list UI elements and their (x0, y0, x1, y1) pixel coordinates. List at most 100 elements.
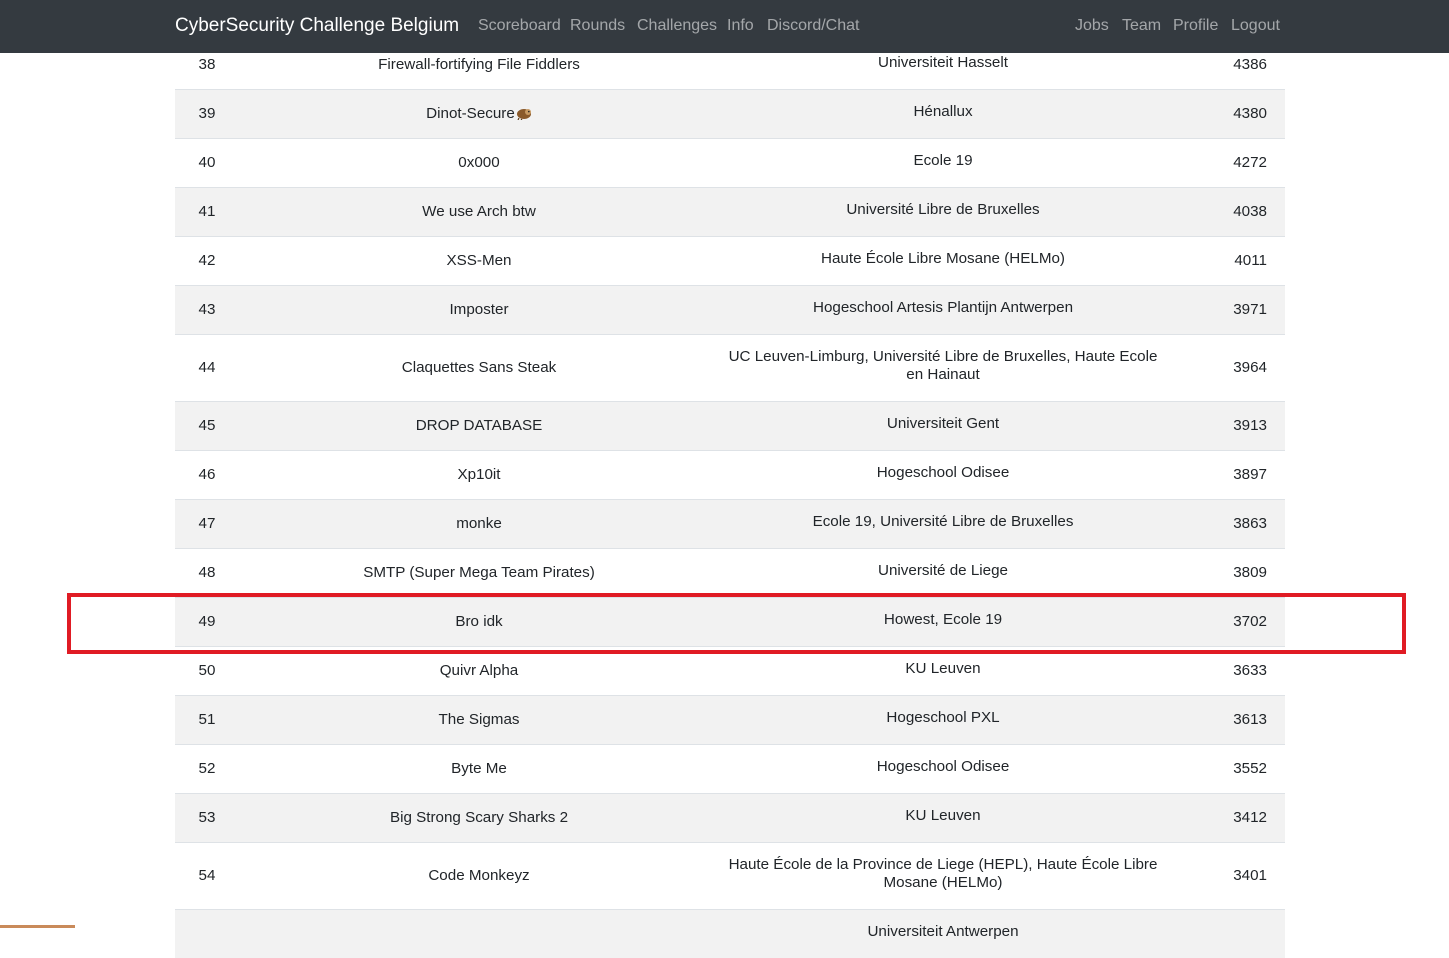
university-cell-text: Ecole 19 (913, 152, 972, 170)
rank-cell-text: 39 (199, 105, 216, 122)
table-row: 47monkeEcole 19, Université Libre de Bru… (175, 499, 1285, 548)
team-name-cell-text[interactable]: Byte Me (451, 760, 507, 777)
team-name-cell: Big Strong Scary Sharks 2 (247, 793, 711, 842)
university-cell: Hogeschool Odisee (711, 744, 1175, 793)
brand-link[interactable]: CyberSecurity Challenge Belgium (175, 15, 459, 37)
rank-cell-text: 46 (199, 466, 216, 483)
scoreboard-table: 38Firewall-fortifying File FiddlersUnive… (175, 40, 1285, 958)
nav-info[interactable]: Info (727, 17, 754, 35)
score-cell-text: 4272 (1233, 154, 1267, 171)
team-name-cell-text[interactable]: Code Monkeyz (428, 867, 529, 884)
table-row: 43 Imposter Hogeschool Artesis Plantijn An… (175, 285, 1285, 334)
team-name-cell: monke (247, 499, 711, 548)
score-cell: 3809 (1175, 548, 1285, 597)
nav-challenges[interactable]: Challenges (637, 17, 717, 35)
top-navbar: CyberSecurity Challenge Belgium Scoreboa… (0, 0, 1449, 53)
team-name-cell-text[interactable]: XSS-Men (447, 252, 512, 269)
team-name-cell: Bro idk (247, 597, 711, 646)
rank-cell-text: 51 (199, 711, 216, 728)
rank-cell-text: 42 (199, 252, 216, 269)
rank-cell: 50 (175, 646, 247, 695)
university-cell: Haute École Libre Mosane (HELMo) (711, 236, 1175, 285)
score-cell: 3552 (1175, 744, 1285, 793)
table-row: 53Big Strong Scary Sharks 2KU Leuven3412 (175, 793, 1285, 842)
score-cell-text: 3633 (1233, 662, 1267, 679)
score-cell-text: 3897 (1233, 466, 1267, 483)
nav-rounds[interactable]: Rounds (570, 17, 625, 35)
team-name-cell-text[interactable]: DROP DATABASE (416, 417, 543, 434)
score-cell: 3702 (1175, 597, 1285, 646)
team-name-cell-text[interactable]: Imposter (449, 301, 508, 318)
nav-team[interactable]: Team (1122, 17, 1161, 35)
university-cell-text: Haute École de la Province de Liege (HEP… (723, 856, 1163, 892)
scoreboard-body: 38Firewall-fortifying File FiddlersUnive… (175, 40, 1285, 958)
table-row: 51The SigmasHogeschool PXL3613 (175, 695, 1285, 744)
rank-cell-text: 54 (199, 867, 216, 884)
score-cell: 4272 (1175, 138, 1285, 187)
rank-cell: 41 (175, 187, 247, 236)
team-name-cell-text[interactable]: Dinot-Secure (426, 105, 515, 122)
team-name-cell-text[interactable]: Claquettes Sans Steak (402, 359, 557, 376)
university-cell: Universiteit Antwerpen (711, 909, 1175, 958)
rank-cell-text: 45 (199, 417, 216, 434)
team-name-cell: Byte Me (247, 744, 711, 793)
nav-logout[interactable]: Logout (1231, 17, 1280, 35)
score-cell: 3913 (1175, 401, 1285, 450)
table-row: 45DROP DATABASEUniversiteit Gent3913 (175, 401, 1285, 450)
team-name-cell-text[interactable]: Xp10it (457, 466, 500, 483)
team-name-cell: The Sigmas (247, 695, 711, 744)
university-cell: KU Leuven (711, 646, 1175, 695)
team-name-cell-text[interactable]: Quivr Alpha (440, 662, 519, 679)
university-cell: Hénallux (711, 89, 1175, 138)
team-name-cell-text[interactable]: Bro idk (455, 613, 502, 630)
table-row: 46Xp10itHogeschool Odisee3897 (175, 450, 1285, 499)
rank-cell: 43 (175, 285, 247, 334)
rank-cell: 51 (175, 695, 247, 744)
rank-cell-text: 52 (199, 760, 216, 777)
team-name-cell (247, 909, 711, 958)
rank-cell-text: 41 (199, 203, 216, 220)
rank-cell: 45 (175, 401, 247, 450)
score-cell-text: 3552 (1233, 760, 1267, 777)
score-cell: 3971 (1175, 285, 1285, 334)
rank-cell-text: 48 (199, 564, 216, 581)
team-name-cell-text[interactable]: Big Strong Scary Sharks 2 (390, 809, 568, 826)
score-cell: 3633 (1175, 646, 1285, 695)
score-cell: 3897 (1175, 450, 1285, 499)
university-cell-text: Hénallux (913, 103, 972, 121)
rank-cell-text: 49 (199, 613, 216, 630)
rank-cell-text: 47 (199, 515, 216, 532)
score-cell-text: 3964 (1233, 359, 1267, 376)
team-name-cell-text[interactable]: We use Arch btw (422, 203, 536, 220)
table-row: 48SMTP (Super Mega Team Pirates)Universi… (175, 548, 1285, 597)
university-cell-text: Hogeschool PXL (886, 709, 999, 727)
table-row: 54 Code Monkeyz Haute École de la Province… (175, 842, 1285, 909)
nav-discord-chat[interactable]: Discord/Chat (767, 17, 859, 35)
rank-cell-text: 40 (199, 154, 216, 171)
score-cell: 4380 (1175, 89, 1285, 138)
table-row-highlighted: 49 Bro idk Howest, Ecole 193702 (175, 597, 1285, 646)
team-name-cell-text[interactable]: 0x000 (458, 154, 499, 171)
score-cell: 3964 (1175, 334, 1285, 401)
team-name-cell: Claquettes Sans Steak (247, 334, 711, 401)
nav-jobs[interactable]: Jobs (1075, 17, 1109, 35)
score-cell: 3863 (1175, 499, 1285, 548)
score-cell-text: 3412 (1233, 809, 1267, 826)
team-name-cell-text[interactable]: The Sigmas (438, 711, 519, 728)
score-cell-text: 3401 (1233, 867, 1267, 884)
team-name-cell: Dinot-Secure (247, 89, 711, 138)
team-name-cell-text[interactable]: monke (456, 515, 502, 532)
team-name-cell-text[interactable]: SMTP (Super Mega Team Pirates) (363, 564, 595, 581)
nav-scoreboard[interactable]: Scoreboard (478, 17, 561, 35)
rank-cell (175, 909, 247, 958)
rank-cell: 48 (175, 548, 247, 597)
team-name-cell-text[interactable]: Firewall-fortifying File Fiddlers (378, 56, 580, 73)
team-name-cell: Xp10it (247, 450, 711, 499)
university-cell: KU Leuven (711, 793, 1175, 842)
rank-cell: 39 (175, 89, 247, 138)
university-cell: Hogeschool Artesis Plantijn Antwerpen (711, 285, 1175, 334)
nav-profile[interactable]: Profile (1173, 17, 1218, 35)
university-cell: Howest, Ecole 19 (711, 597, 1175, 646)
score-cell-text: 4386 (1233, 56, 1267, 73)
table-row: 41We use Arch btwUniversité Libre de Bru… (175, 187, 1285, 236)
